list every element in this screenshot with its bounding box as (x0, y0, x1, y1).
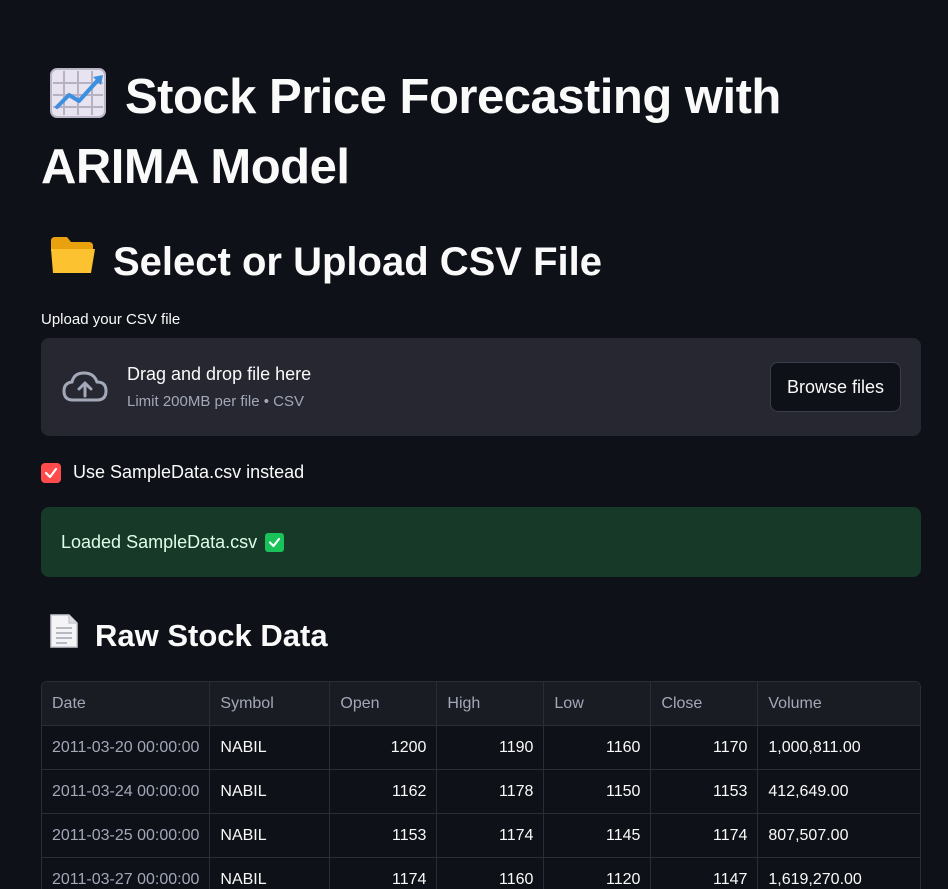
column-header[interactable]: Close (650, 682, 759, 726)
open-cell[interactable]: 1200 (329, 725, 438, 770)
column-header[interactable]: Open (329, 682, 438, 726)
column-header[interactable]: Low (543, 682, 652, 726)
success-alert: Loaded SampleData.csv (41, 507, 921, 577)
symbol-cell[interactable]: NABIL (209, 857, 331, 889)
low-cell[interactable]: 1145 (543, 813, 652, 858)
cloud-upload-icon (62, 371, 108, 402)
success-message: Loaded SampleData.csv (61, 531, 258, 552)
low-cell[interactable]: 1150 (543, 769, 652, 814)
column-header[interactable]: Volume (757, 682, 920, 726)
upload-label: Upload your CSV file (41, 311, 181, 328)
use-sample-checkbox[interactable] (41, 462, 61, 483)
open-cell[interactable]: 1174 (329, 857, 438, 889)
file-dropzone[interactable]: Drag and drop file here Limit 200MB per … (41, 338, 921, 436)
column-header[interactable]: High (436, 682, 545, 726)
close-cell[interactable]: 1153 (650, 769, 759, 814)
page-title-text: Stock Price Forecasting with ARIMA Model (41, 70, 781, 194)
close-cell[interactable]: 1170 (650, 725, 759, 770)
symbol-cell[interactable]: NABIL (209, 725, 331, 770)
upload-section-title: Select or Upload CSV File (113, 239, 603, 284)
upload-section-heading: Select or Upload CSV File (41, 235, 921, 288)
volume-cell[interactable]: 1,000,811.00 (757, 725, 920, 770)
volume-cell[interactable]: 807,507.00 (757, 813, 920, 858)
open-cell[interactable]: 1153 (329, 813, 438, 858)
table-row: 2011-03-25 00:00:00 NABIL 1153 1174 1145… (42, 813, 920, 858)
open-cell[interactable]: 1162 (329, 769, 438, 814)
date-cell[interactable]: 2011-03-20 00:00:00 (42, 725, 211, 770)
checkmark-icon (44, 467, 58, 478)
page-title: Stock Price Forecasting with ARIMA Model (41, 0, 921, 199)
use-sample-checkbox-row[interactable]: Use SampleData.csv instead (41, 462, 921, 483)
table-row: 2011-03-20 00:00:00 NABIL 1200 1190 1160… (42, 725, 920, 770)
date-cell[interactable]: 2011-03-25 00:00:00 (42, 813, 211, 858)
date-cell[interactable]: 2011-03-27 00:00:00 (42, 857, 211, 889)
date-cell[interactable]: 2011-03-24 00:00:00 (42, 769, 211, 814)
browse-files-button[interactable]: Browse files (769, 362, 901, 412)
volume-cell[interactable]: 412,649.00 (757, 769, 920, 814)
main-content: Stock Price Forecasting with ARIMA Model… (0, 0, 948, 889)
dropzone-text: Drag and drop file here Limit 200MB per … (127, 362, 770, 412)
table-row: 2011-03-24 00:00:00 NABIL 1162 1178 1150… (42, 769, 920, 814)
raw-data-title: Raw Stock Data (95, 618, 328, 653)
chart-increasing-icon (49, 67, 107, 135)
column-header[interactable]: Symbol (209, 682, 331, 726)
high-cell[interactable]: 1160 (436, 857, 545, 889)
table-header-row: Date Symbol Open High Low Close Volume (42, 682, 920, 726)
use-sample-label: Use SampleData.csv instead (73, 462, 305, 482)
symbol-cell[interactable]: NABIL (209, 813, 331, 858)
check-mark-icon (265, 532, 285, 552)
folder-icon (49, 235, 97, 288)
dropzone-limit: Limit 200MB per file • CSV (127, 393, 304, 410)
high-cell[interactable]: 1174 (436, 813, 545, 858)
high-cell[interactable]: 1190 (436, 725, 545, 770)
table-row: 2011-03-27 00:00:00 NABIL 1174 1160 1120… (42, 857, 920, 889)
column-header[interactable]: Date (42, 682, 211, 726)
close-cell[interactable]: 1147 (650, 857, 759, 889)
symbol-cell[interactable]: NABIL (209, 769, 331, 814)
close-cell[interactable]: 1174 (650, 813, 759, 858)
page-icon (49, 613, 79, 659)
dropzone-instruction: Drag and drop file here (127, 364, 312, 384)
raw-data-heading: Raw Stock Data (41, 613, 921, 659)
low-cell[interactable]: 1160 (543, 725, 652, 770)
high-cell[interactable]: 1178 (436, 769, 545, 814)
volume-cell[interactable]: 1,619,270.00 (757, 857, 920, 889)
raw-data-table[interactable]: Date Symbol Open High Low Close Volume 2… (41, 681, 921, 889)
low-cell[interactable]: 1120 (543, 857, 652, 889)
